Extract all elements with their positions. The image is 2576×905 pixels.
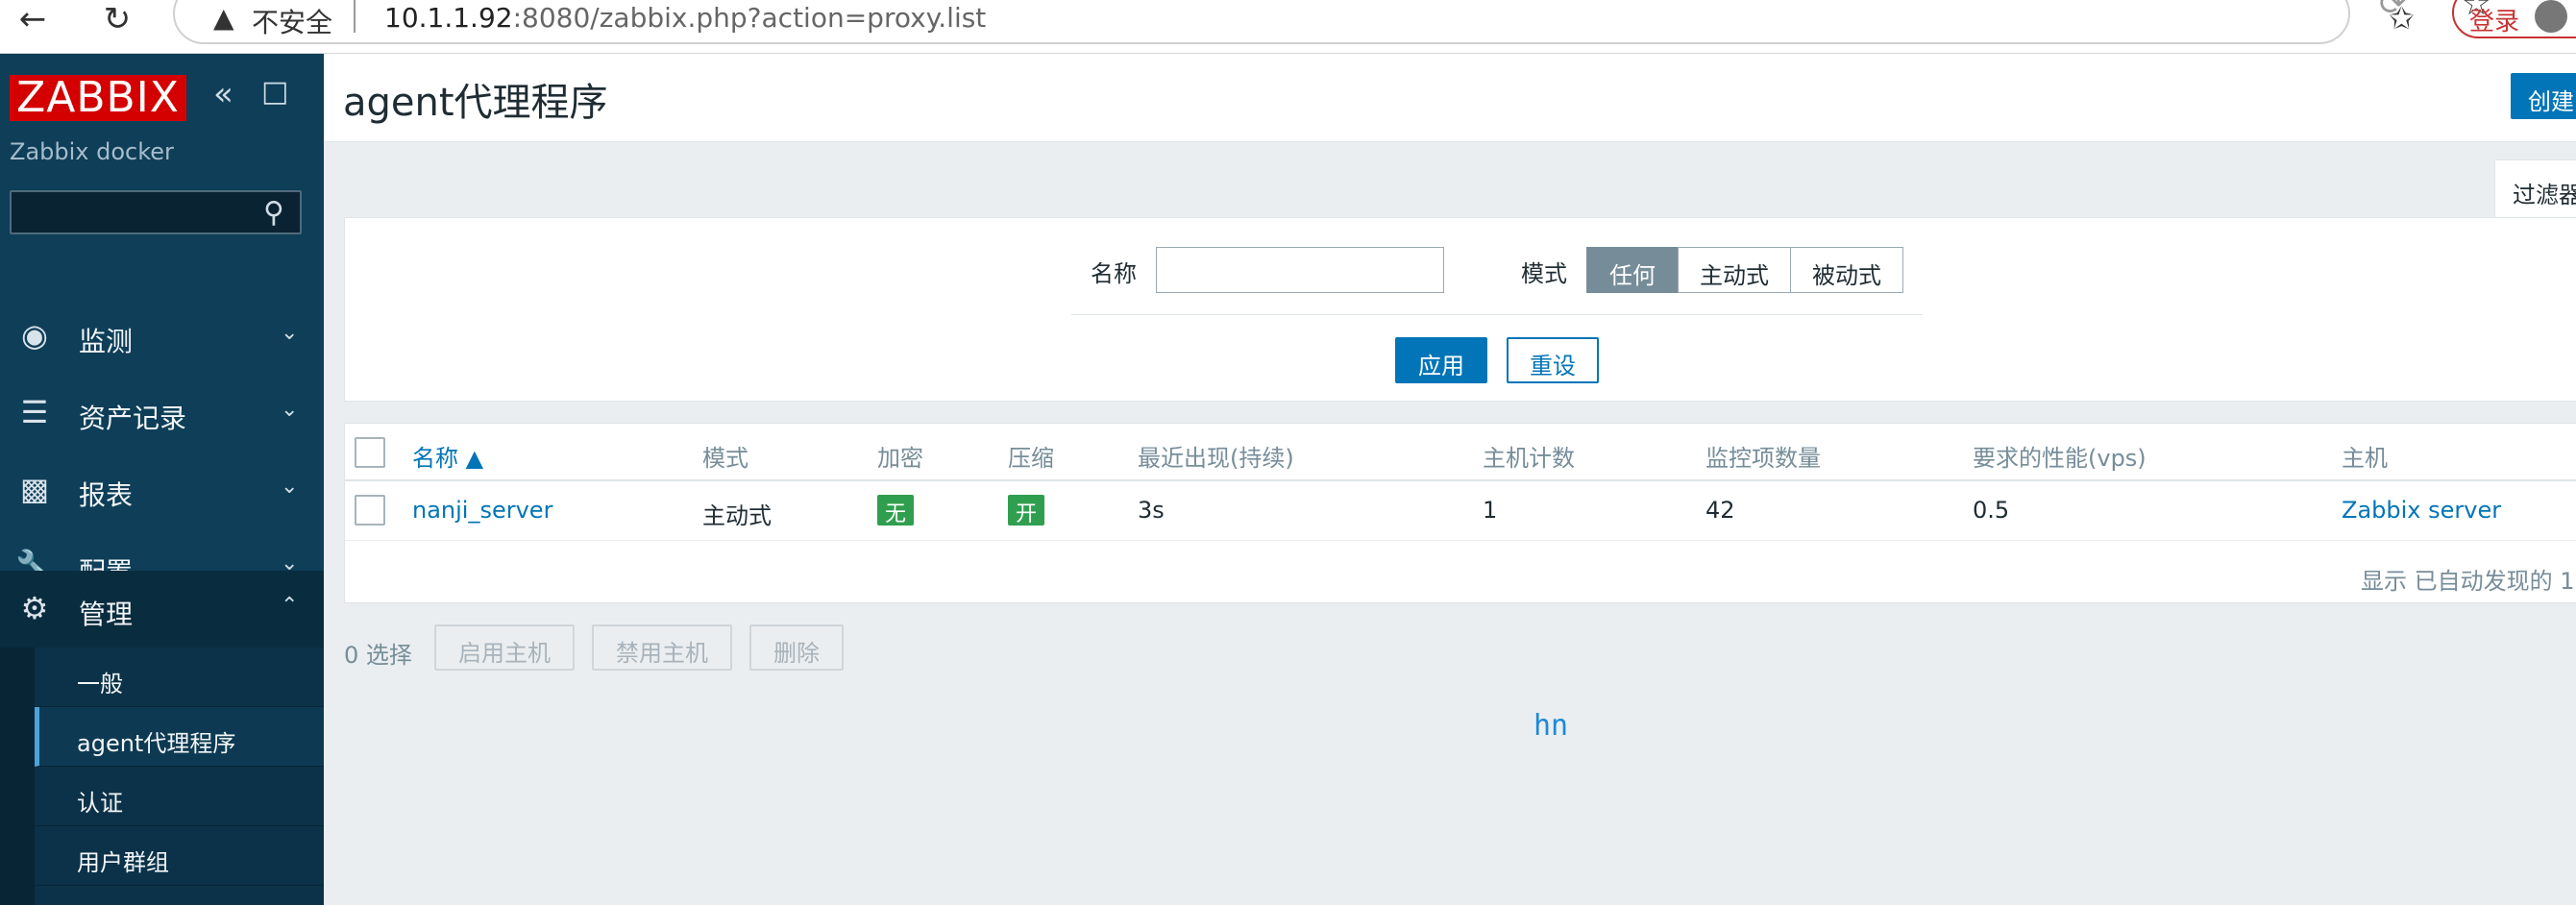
menu-label: 监测	[79, 326, 134, 357]
table-header-row: 名称 ▲ 模式 加密 压缩 最近出现(持续) 主机计数 监控项数量 要求的性能(…	[345, 424, 2576, 481]
submenu-item-authentication[interactable]: 认证	[35, 767, 324, 826]
submenu-item-proxies[interactable]: agent代理程序	[35, 707, 324, 767]
required-performance-value: 0.5	[1973, 497, 2010, 524]
warning-icon: ▲	[213, 2, 234, 34]
enable-hosts-button[interactable]: 启用主机	[434, 624, 575, 671]
kiosk-mode-icon[interactable]: □	[261, 75, 288, 109]
encryption-badge: 无	[877, 495, 914, 526]
url-path: :8080/zabbix.php?action=proxy.list	[512, 2, 987, 34]
column-header-compression: 压缩	[1008, 445, 1054, 472]
sidebar: ZABBIX « □ Zabbix docker ⚲ ◉ 监测 ⌄ ☰ 资产记录…	[0, 54, 324, 905]
page-title: agent代理程序	[343, 81, 608, 125]
filter-name-input[interactable]	[1156, 247, 1444, 293]
filter-mode-label: 模式	[1521, 260, 1567, 287]
chevron-up-icon: ⌃	[281, 594, 299, 618]
selected-count: 0 选择	[344, 642, 412, 669]
host-link[interactable]: Zabbix server	[2342, 497, 2501, 524]
address-bar[interactable]: ▲ 不安全 10.1.1.92:8080/zabbix.php?action=p…	[173, 0, 2490, 44]
eye-icon: ◉	[21, 317, 48, 354]
delete-button[interactable]: 删除	[749, 624, 844, 671]
compression-badge: 开	[1008, 495, 1044, 526]
menu-item-administration[interactable]: ⚙ 管理 ⌃	[0, 571, 324, 648]
proxy-mode: 主动式	[702, 502, 772, 529]
proxy-name-link[interactable]: nanji_server	[412, 497, 552, 524]
disable-hosts-button[interactable]: 禁用主机	[592, 624, 732, 671]
create-proxy-button[interactable]: 创建	[2511, 73, 2576, 119]
proxy-table: 名称 ▲ 模式 加密 压缩 最近出现(持续) 主机计数 监控项数量 要求的性能(…	[344, 423, 2576, 603]
row-checkbox[interactable]	[355, 495, 385, 526]
reset-button[interactable]: 重设	[1507, 337, 1599, 383]
submenu-label: 一般	[77, 671, 123, 697]
browser-toolbar: ← ↻ ▲ 不安全 10.1.1.92:8080/zabbix.php?acti…	[0, 0, 2576, 54]
url-text[interactable]: 10.1.1.92:8080/zabbix.php?action=proxy.l…	[384, 2, 986, 34]
filter-divider	[1071, 314, 1923, 315]
menu-item-reports[interactable]: ▩ 报表 ⌄	[0, 452, 324, 528]
table-row: nanji_server 主动式 无 开 3s 1 42 0.5 Zabbix …	[345, 481, 2576, 541]
host-count-value: 1	[1483, 497, 1498, 524]
table-stats: 显示 已自动发现的 1中	[2361, 568, 2576, 595]
collapse-sidebar-icon[interactable]: «	[213, 75, 233, 113]
last-seen-value: 3s	[1138, 497, 1165, 524]
reload-icon[interactable]: ↻	[96, 0, 138, 38]
apply-button[interactable]: 应用	[1395, 337, 1487, 383]
mode-option-passive[interactable]: 被动式	[1790, 247, 1903, 293]
menu-item-monitoring[interactable]: ◉ 监测 ⌄	[0, 298, 324, 375]
filter-tab[interactable]: 过滤器	[2494, 159, 2576, 219]
submenu-track	[0, 648, 35, 905]
menu-label: 管理	[79, 599, 134, 630]
menu-label: 报表	[79, 479, 134, 511]
chevron-down-icon: ⌄	[281, 321, 299, 345]
menu-label: 资产记录	[79, 403, 187, 434]
administration-submenu: 一般 agent代理程序 认证 用户群组	[35, 648, 324, 905]
page-header: agent代理程序 创建	[324, 54, 2576, 142]
list-icon: ☰	[20, 394, 49, 430]
gear-icon: ⚙	[20, 590, 49, 626]
chevron-down-icon: ⌄	[281, 398, 299, 422]
column-header-required-performance: 要求的性能(vps)	[1973, 445, 2147, 472]
back-arrow-icon[interactable]: ←	[12, 0, 54, 38]
submenu-label: 认证	[77, 790, 123, 817]
chevron-down-icon: ⌄	[281, 475, 299, 499]
zabbix-logo[interactable]: ZABBIX	[10, 75, 186, 121]
column-header-host-count: 主机计数	[1483, 445, 1575, 472]
insecure-label[interactable]: 不安全	[252, 2, 332, 40]
select-all-checkbox[interactable]	[355, 437, 385, 468]
sidebar-search-input[interactable]: ⚲	[10, 190, 302, 234]
column-header-name[interactable]: 名称 ▲	[412, 439, 483, 473]
mode-option-active[interactable]: 主动式	[1678, 247, 1791, 293]
url-host: 10.1.1.92	[384, 2, 513, 34]
address-separator	[354, 0, 356, 33]
server-name: Zabbix docker	[10, 138, 174, 165]
submenu-item-user-groups[interactable]: 用户群组	[35, 826, 324, 886]
column-header-mode[interactable]: 模式	[702, 439, 748, 473]
favorites-icon[interactable]: ✩	[2389, 0, 2415, 37]
item-count-value: 42	[1705, 497, 1735, 524]
submenu-label: 用户群组	[77, 849, 169, 876]
menu-item-inventory[interactable]: ☰ 资产记录 ⌄	[0, 375, 324, 452]
filter-name-label: 名称	[1091, 260, 1137, 287]
search-icon[interactable]: ⚲	[263, 196, 284, 230]
login-label: 登录	[2469, 8, 2520, 37]
submenu-item-general[interactable]: 一般	[35, 648, 324, 707]
avatar[interactable]	[2535, 0, 2567, 33]
bar-chart-icon: ▩	[19, 471, 50, 507]
column-header-hosts: 主机	[2342, 445, 2388, 472]
overlay-text: hn	[1533, 709, 1569, 743]
filter-panel: 名称 模式 任何 主动式 被动式 应用 重设	[344, 217, 2576, 402]
submenu-label: agent代理程序	[77, 730, 236, 757]
column-header-last-seen: 最近出现(持续)	[1138, 445, 1294, 472]
column-header-item-count: 监控项数量	[1705, 445, 1821, 472]
mode-option-any[interactable]: 任何	[1586, 247, 1679, 293]
column-header-encryption: 加密	[877, 445, 923, 472]
